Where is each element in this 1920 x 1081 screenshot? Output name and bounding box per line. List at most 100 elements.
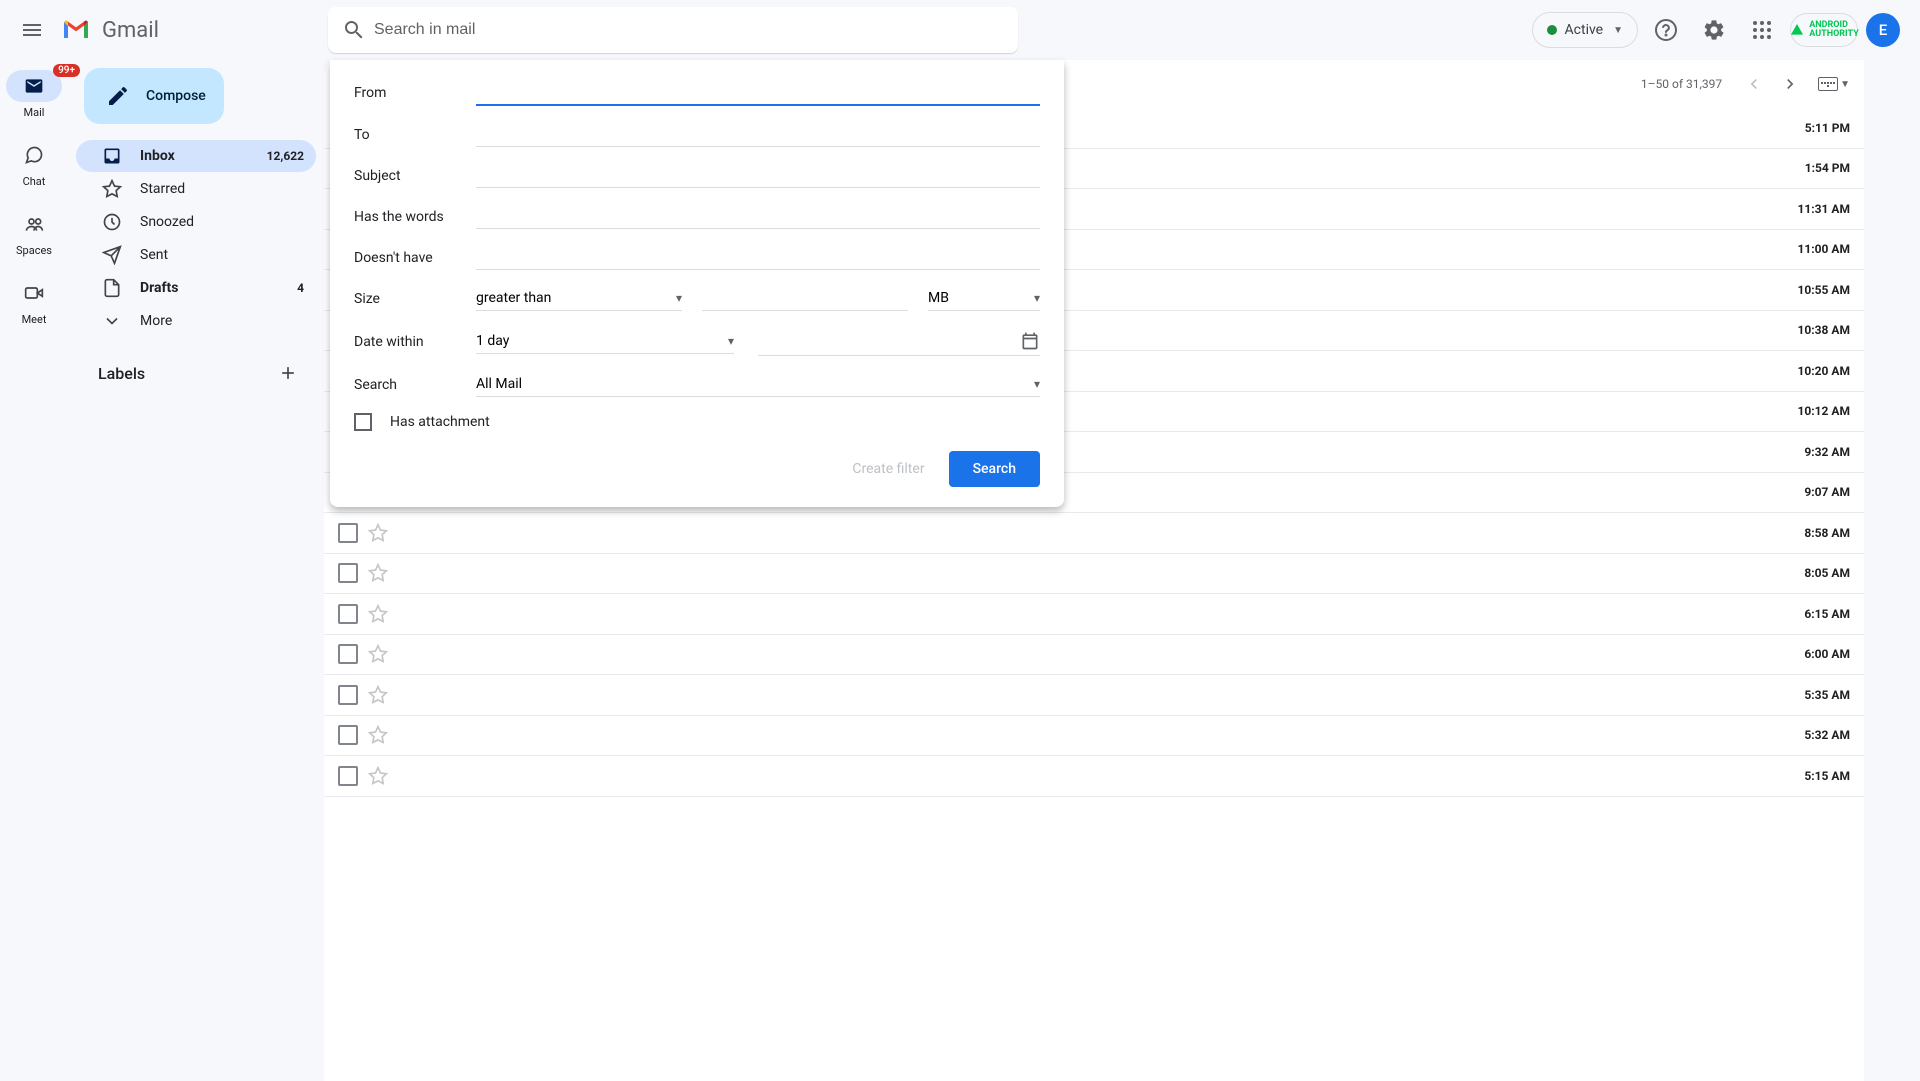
row-star[interactable] <box>368 685 388 705</box>
nav-sent[interactable]: Sent <box>76 239 316 271</box>
search-scope-select[interactable]: All Mail <box>476 372 1040 397</box>
nav-drafts[interactable]: Drafts 4 <box>76 272 316 304</box>
status-chip[interactable]: Active ▼ <box>1532 12 1638 48</box>
star-outline-icon <box>368 523 388 543</box>
settings-button[interactable] <box>1694 10 1734 50</box>
size-value-input[interactable] <box>702 286 908 311</box>
next-page-button[interactable] <box>1774 68 1806 100</box>
from-input[interactable] <box>476 80 1040 106</box>
has-attachment-label: Has attachment <box>390 414 490 430</box>
row-star[interactable] <box>368 644 388 664</box>
star-icon <box>102 179 122 199</box>
size-label: Size <box>354 291 476 307</box>
row-checkbox[interactable] <box>338 523 358 543</box>
chevron-left-icon <box>1744 74 1764 94</box>
support-button[interactable] <box>1646 10 1686 50</box>
apps-grid-icon <box>1750 18 1774 42</box>
chevron-down-icon <box>102 311 122 331</box>
row-star[interactable] <box>368 563 388 583</box>
nav-starred-label: Starred <box>140 181 185 197</box>
labels-header-text: Labels <box>98 364 145 383</box>
row-time: 9:32 AM <box>1784 445 1850 459</box>
row-checkbox[interactable] <box>338 766 358 786</box>
nav-inbox[interactable]: Inbox 12,622 <box>76 140 316 172</box>
compose-label: Compose <box>146 88 206 104</box>
search-input[interactable] <box>374 21 1012 39</box>
nav-inbox-label: Inbox <box>140 148 175 164</box>
nav-starred[interactable]: Starred <box>76 173 316 205</box>
has-words-input[interactable] <box>476 204 1040 229</box>
rail-badge: 99+ <box>53 64 80 77</box>
doesnt-have-input[interactable] <box>476 245 1040 270</box>
date-value-input[interactable] <box>758 327 1040 356</box>
calendar-icon[interactable] <box>1020 331 1040 351</box>
nav-more[interactable]: More <box>76 305 316 337</box>
email-row[interactable]: 8:58 AM <box>324 513 1864 554</box>
chevron-right-icon <box>1780 74 1800 94</box>
star-outline-icon <box>368 685 388 705</box>
meet-icon <box>24 283 44 303</box>
row-time: 10:20 AM <box>1778 364 1850 378</box>
row-time: 10:12 AM <box>1778 404 1850 418</box>
row-checkbox[interactable] <box>338 725 358 745</box>
row-star[interactable] <box>368 766 388 786</box>
apps-button[interactable] <box>1742 10 1782 50</box>
row-checkbox[interactable] <box>338 563 358 583</box>
row-star[interactable] <box>368 725 388 745</box>
pencil-icon <box>106 84 130 108</box>
compose-button[interactable]: Compose <box>84 68 224 124</box>
search-bar[interactable] <box>328 7 1018 53</box>
rail-mail[interactable]: 99+ Mail <box>6 70 62 119</box>
rail-chat-label: Chat <box>23 175 46 188</box>
aa-line2: AUTHORITY <box>1809 30 1859 39</box>
star-outline-icon <box>368 563 388 583</box>
email-row[interactable]: 5:32 AM <box>324 716 1864 757</box>
search-button[interactable] <box>334 10 374 50</box>
input-method-button[interactable]: ▼ <box>1818 77 1850 91</box>
main-menu-button[interactable] <box>8 6 56 54</box>
create-filter-button: Create filter <box>852 461 924 477</box>
email-row[interactable]: 5:15 AM <box>324 756 1864 797</box>
left-rail: 99+ Mail Chat Spaces Meet <box>0 60 68 1081</box>
row-time: 9:07 AM <box>1784 485 1850 499</box>
account-avatar[interactable]: E <box>1866 13 1900 47</box>
sidebar: Compose Inbox 12,622 Starred Snoozed Sen… <box>68 60 324 1081</box>
aa-triangle-icon <box>1789 22 1805 38</box>
gear-icon <box>1702 18 1726 42</box>
email-row[interactable]: 6:00 AM <box>324 635 1864 676</box>
add-label-button[interactable] <box>272 357 304 389</box>
star-outline-icon <box>368 725 388 745</box>
row-checkbox[interactable] <box>338 644 358 664</box>
row-time: 10:55 AM <box>1778 283 1850 297</box>
to-input[interactable] <box>476 122 1040 147</box>
row-checkbox[interactable] <box>338 685 358 705</box>
size-unit-select[interactable]: MB <box>928 286 1040 311</box>
email-row[interactable]: 8:05 AM <box>324 554 1864 595</box>
inbox-icon <box>102 146 122 166</box>
date-range-select[interactable]: 1 day <box>476 329 734 354</box>
row-time: 8:05 AM <box>1784 566 1850 580</box>
prev-page-button[interactable] <box>1738 68 1770 100</box>
rail-meet-label: Meet <box>22 313 47 326</box>
email-row[interactable]: 5:35 AM <box>324 675 1864 716</box>
row-star[interactable] <box>368 523 388 543</box>
subject-input[interactable] <box>476 163 1040 188</box>
nav-snoozed[interactable]: Snoozed <box>76 206 316 238</box>
has-attachment-checkbox[interactable] <box>354 413 372 431</box>
header-right: Active ▼ ANDROID AUTHORITY E <box>1532 10 1900 50</box>
row-time: 5:32 AM <box>1784 728 1850 742</box>
gmail-logo-icon <box>60 14 92 46</box>
rail-mail-label: Mail <box>24 106 45 119</box>
star-outline-icon <box>368 604 388 624</box>
search-submit-button[interactable]: Search <box>949 451 1040 487</box>
row-time: 6:00 AM <box>1784 647 1850 661</box>
rail-meet[interactable]: Meet <box>6 277 62 326</box>
size-operator-select[interactable]: greater than <box>476 286 682 311</box>
rail-chat[interactable]: Chat <box>6 139 62 188</box>
star-outline-icon <box>368 644 388 664</box>
nav-snoozed-label: Snoozed <box>140 214 194 230</box>
rail-spaces[interactable]: Spaces <box>6 208 62 257</box>
row-star[interactable] <box>368 604 388 624</box>
email-row[interactable]: 6:15 AM <box>324 594 1864 635</box>
row-checkbox[interactable] <box>338 604 358 624</box>
